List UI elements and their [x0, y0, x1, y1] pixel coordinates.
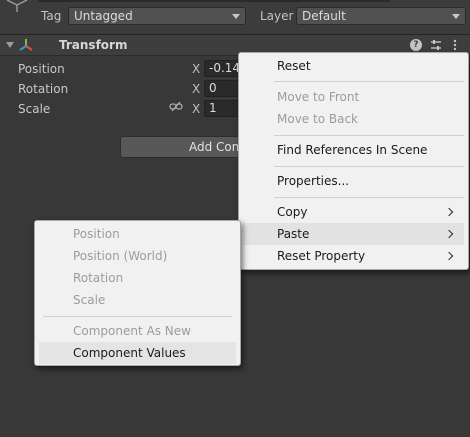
menu-item-label: Reset Property	[277, 249, 366, 263]
menu-item-label: Component Values	[73, 346, 186, 360]
layer-dropdown-value: Default	[302, 9, 346, 23]
menu-item-reset[interactable]: Reset	[243, 55, 464, 77]
submenu-item-component-values[interactable]: Component Values	[39, 342, 236, 364]
submenu-item-position-world: Position (World)	[39, 245, 236, 267]
menu-item-label: Position (World)	[73, 249, 168, 263]
rotation-x-label[interactable]: X	[192, 82, 200, 96]
layer-dropdown[interactable]: Default	[296, 7, 466, 25]
component-title: Transform	[59, 38, 128, 52]
link-icon[interactable]	[169, 102, 183, 112]
chevron-down-icon	[452, 14, 460, 19]
menu-separator	[274, 197, 464, 198]
menu-item-label: Paste	[277, 227, 310, 241]
menu-item-label: Copy	[277, 205, 308, 219]
chevron-right-icon	[444, 229, 454, 239]
menu-item-label: Rotation	[73, 271, 124, 285]
menu-separator	[43, 316, 232, 317]
menu-item-label: Move to Back	[277, 112, 358, 126]
component-context-menu: Reset Move to Front Move to Back Find Re…	[238, 52, 469, 270]
menu-item-label: Scale	[73, 293, 106, 307]
name-field-edge	[38, 0, 390, 2]
scale-label: Scale	[18, 102, 51, 116]
position-x-label[interactable]: X	[192, 62, 200, 76]
foldout-arrow-icon[interactable]	[6, 42, 14, 48]
chevron-right-icon	[444, 251, 454, 261]
submenu-item-scale: Scale	[39, 289, 236, 311]
menu-item-move-to-front: Move to Front	[243, 86, 464, 108]
layer-label: Layer	[260, 9, 294, 23]
submenu-item-position: Position	[39, 223, 236, 245]
menu-item-label: Find References In Scene	[277, 143, 428, 157]
more-icon[interactable]	[452, 39, 458, 51]
component-header-icons: ?	[410, 39, 466, 53]
menu-item-properties[interactable]: Properties...	[243, 170, 464, 192]
menu-item-find-references[interactable]: Find References In Scene	[243, 139, 464, 161]
scale-x-label[interactable]: X	[192, 102, 200, 116]
tag-dropdown-value: Untagged	[74, 9, 133, 23]
menu-item-label: Reset	[277, 59, 311, 73]
help-icon[interactable]: ?	[410, 39, 422, 51]
gameobject-header: Tag Untagged Layer Default	[0, 0, 470, 34]
chevron-down-icon	[232, 14, 240, 19]
menu-item-reset-property[interactable]: Reset Property	[243, 245, 464, 267]
submenu-item-component-as-new: Component As New	[39, 320, 236, 342]
tag-label: Tag	[41, 9, 62, 23]
submenu-item-rotation: Rotation	[39, 267, 236, 289]
menu-item-paste[interactable]: Paste	[243, 223, 464, 245]
menu-item-label: Component As New	[73, 324, 191, 338]
menu-item-label: Move to Front	[277, 90, 360, 104]
menu-item-label: Position	[73, 227, 120, 241]
menu-separator	[274, 81, 464, 82]
position-label: Position	[18, 62, 65, 76]
tag-dropdown[interactable]: Untagged	[68, 7, 246, 25]
menu-item-move-to-back: Move to Back	[243, 108, 464, 130]
chevron-right-icon	[444, 207, 454, 217]
menu-separator	[274, 166, 464, 167]
menu-separator	[274, 135, 464, 136]
menu-item-label: Properties...	[277, 174, 350, 188]
gameobject-icon	[6, 0, 28, 12]
transform-icon	[19, 39, 33, 51]
paste-submenu: Position Position (World) Rotation Scale…	[34, 220, 241, 366]
add-component-button[interactable]: Add Component	[120, 136, 250, 158]
menu-item-copy[interactable]: Copy	[243, 201, 464, 223]
presets-icon[interactable]	[430, 39, 442, 51]
rotation-label: Rotation	[18, 82, 69, 96]
